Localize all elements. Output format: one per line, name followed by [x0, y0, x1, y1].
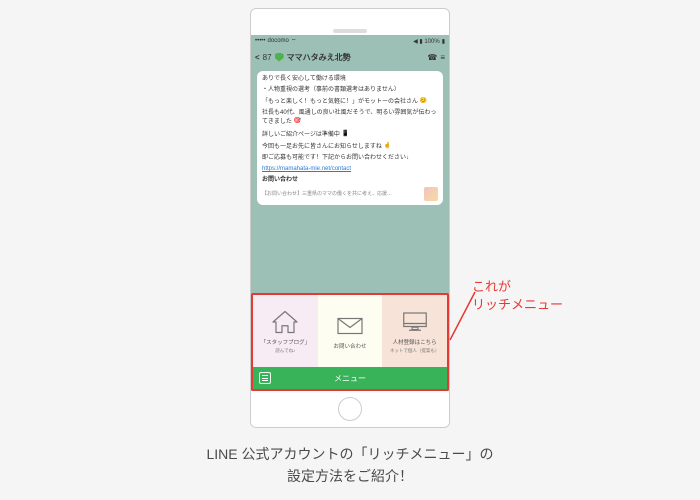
bubble-line6: 今回も一足お先に皆さんにお知らせしますね	[262, 144, 382, 150]
wifi-icon: ⌔	[291, 37, 297, 45]
tile-sub: 読んでね♪	[275, 349, 295, 354]
nav-menu-icon[interactable]: ≡	[440, 53, 445, 62]
phone-top-bezel	[251, 9, 449, 35]
rich-tile-contact[interactable]: お問い合わせ	[318, 295, 383, 367]
rich-menu-highlight: 「スタッフブログ」 読んでね♪ お問い合わせ	[251, 293, 449, 391]
link-preview[interactable]: 【お問い合わせ】三重県のママの働くを共に考え、応援…	[262, 187, 438, 201]
point-icon: 🤞	[384, 142, 391, 150]
annotation-line2: リッチメニュー	[472, 297, 563, 312]
chat-title[interactable]: ママハタみえ北勢	[287, 52, 351, 63]
carrier-label: docomo	[268, 38, 289, 44]
caption-line1: LINE 公式アカウントの「リッチメニュー」の	[206, 446, 493, 462]
smiley-icon: 😊	[420, 97, 427, 105]
tile-label: 「スタッフブログ」	[261, 338, 311, 346]
bubble-line1: ありで長く安心して働ける環境	[262, 76, 346, 82]
status-right: ◀ ▮ 100% ▮	[413, 38, 445, 45]
status-bar: ••••• docomo ⌔ ◀ ▮ 100% ▮	[251, 35, 449, 47]
preview-thumb	[424, 187, 438, 201]
figure-caption: LINE 公式アカウントの「リッチメニュー」の 設定方法をご紹介！	[0, 444, 700, 487]
rich-menu: 「スタッフブログ」 読んでね♪ お問い合わせ	[253, 295, 447, 367]
annotation-pointer	[450, 320, 480, 321]
chat-bubble: ありで長く安心して働ける環境 ・人物重視の選考（事前の書類選考はありません） 「…	[257, 71, 443, 205]
tile-label: お問い合わせ	[334, 342, 367, 350]
annotation-text: これが リッチメニュー	[472, 278, 563, 314]
home-button[interactable]	[338, 397, 362, 421]
phone-screen: ••••• docomo ⌔ ◀ ▮ 100% ▮ < 87 ママハタみえ北勢 …	[251, 35, 449, 391]
preview-text: 【お問い合わせ】三重県のママの働くを共に考え、応援…	[262, 191, 392, 197]
menu-bar-icon	[259, 372, 271, 384]
back-button[interactable]: <	[255, 53, 260, 62]
bubble-line3: 「もっと楽しく！もっと気軽に！」がモットーの会社さん	[262, 99, 418, 105]
chat-area[interactable]: ありで長く安心して働ける環境 ・人物重視の選考（事前の書類選考はありません） 「…	[251, 67, 449, 293]
back-count[interactable]: 87	[263, 53, 272, 62]
bubble-line5: 詳しいご紹介ページは準備中	[262, 132, 340, 138]
nav-phone-icon[interactable]: ☎	[427, 53, 437, 62]
caption-line2: 設定方法をご紹介！	[287, 468, 413, 484]
mobile-icon: 📱	[342, 130, 349, 138]
envelope-icon	[335, 313, 365, 339]
contact-link[interactable]: https://mamahata-mie.net/contact	[262, 166, 351, 172]
home-icon	[270, 309, 300, 335]
rich-menu-bar[interactable]: メニュー	[253, 367, 447, 389]
status-left: ••••• docomo ⌔	[255, 37, 297, 45]
monitor-icon	[400, 309, 430, 335]
bubble-line2: ・人物重視の選考（事前の書類選考はありません）	[262, 87, 400, 93]
verified-shield-icon	[275, 53, 284, 62]
annotation-line1: これが	[472, 279, 511, 294]
phone-speaker	[333, 29, 367, 33]
rich-tile-blog[interactable]: 「スタッフブログ」 読んでね♪	[253, 295, 318, 367]
phone-frame: ••••• docomo ⌔ ◀ ▮ 100% ▮ < 87 ママハタみえ北勢 …	[250, 8, 450, 428]
tile-label: 人材登録はこちら	[393, 338, 437, 346]
contact-heading: お問い合わせ	[262, 177, 298, 183]
badge-icon: 🎯	[294, 117, 301, 125]
signal-dots-icon: •••••	[255, 38, 266, 44]
bubble-line4: 社長も40代、風通しの良い社風だそうで、明るい雰囲気が伝わってきました	[262, 110, 436, 125]
nav-bar: < 87 ママハタみえ北勢 ☎ ≡	[251, 47, 449, 67]
status-right-text: ◀ ▮ 100%	[413, 38, 440, 45]
tile-sub: ネットで個人（提案も）	[390, 349, 440, 354]
bubble-line7: 即ご応募も可能です！下記からお問い合わせください↓	[262, 155, 409, 161]
menu-bar-label: メニュー	[334, 373, 366, 384]
rich-tile-register[interactable]: 人材登録はこちら ネットで個人（提案も）	[382, 295, 447, 367]
phone-bottom-bezel	[251, 391, 449, 427]
battery-icon: ▮	[442, 38, 445, 45]
